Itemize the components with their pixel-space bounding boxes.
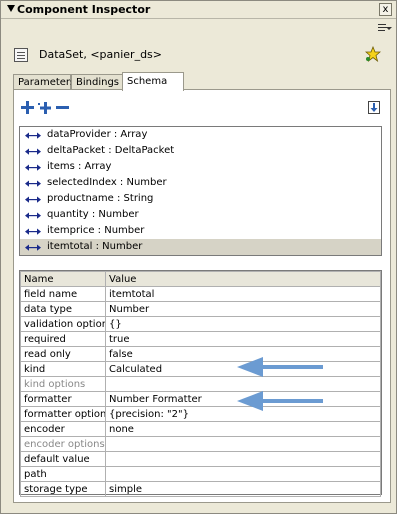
field-label: itemprice : Number <box>47 225 145 236</box>
two-way-binding-icon <box>25 244 41 251</box>
field-properties-table: Name Value field name itemtotal data type N… <box>19 270 382 497</box>
two-way-binding-icon <box>25 212 41 219</box>
two-way-binding-icon <box>25 132 41 139</box>
property-name: validation options <box>20 316 106 332</box>
component-name: DataSet, <panier_ds> <box>39 48 163 61</box>
field-list-item[interactable]: quantity : Number <box>20 207 381 223</box>
field-label: deltaPacket : DeltaPacket <box>47 145 175 156</box>
annotation-arrow-kind <box>237 357 323 377</box>
property-value[interactable]: itemtotal <box>105 286 381 302</box>
property-row[interactable]: default value <box>20 451 381 467</box>
close-button[interactable]: x <box>379 3 392 16</box>
property-name: field name <box>20 286 106 302</box>
panel-title: Component Inspector <box>17 3 151 16</box>
two-way-binding-icon <box>25 180 41 187</box>
property-row[interactable]: path <box>20 466 381 482</box>
property-value[interactable]: Number <box>105 301 381 317</box>
field-label: productname : String <box>47 193 154 204</box>
star-icon[interactable] <box>365 46 381 62</box>
tab-schema[interactable]: Schema <box>122 72 184 91</box>
property-row[interactable]: validation options{} <box>20 316 381 332</box>
options-menu-icon[interactable] <box>378 22 392 34</box>
property-name: formatter <box>20 391 106 407</box>
property-name: required <box>20 331 106 347</box>
property-name: path <box>20 466 106 482</box>
column-header-name[interactable]: Name <box>20 271 106 287</box>
property-row[interactable]: storage type simple <box>20 481 381 497</box>
field-label: selectedIndex : Number <box>47 177 167 188</box>
panel-title-bar[interactable]: Component Inspector x <box>1 1 396 19</box>
add-field-icon[interactable] <box>21 101 34 114</box>
field-list-item[interactable]: items : Array <box>20 159 381 175</box>
property-row[interactable]: data type Number <box>20 301 381 317</box>
property-row[interactable]: formatter Number Formatter <box>20 391 381 407</box>
schema-tab-content: dataProvider : Array deltaPacket : DeltaP… <box>13 89 391 503</box>
field-label: dataProvider : Array <box>47 129 148 140</box>
property-name: default value <box>20 451 106 467</box>
import-schema-icon[interactable] <box>368 101 381 114</box>
property-value[interactable] <box>105 436 381 452</box>
property-value[interactable]: simple <box>105 481 381 497</box>
property-name: storage type <box>20 481 106 497</box>
property-name: encoder <box>20 421 106 437</box>
property-row[interactable]: kind Calculated <box>20 361 381 377</box>
remove-field-icon[interactable] <box>56 101 69 114</box>
property-name: kind options <box>20 376 106 392</box>
field-list-item[interactable]: deltaPacket : DeltaPacket <box>20 143 381 159</box>
property-row[interactable]: encoder none <box>20 421 381 437</box>
table-header-row: Name Value <box>20 271 381 287</box>
property-value[interactable]: none <box>105 421 381 437</box>
field-list-item[interactable]: selectedIndex : Number <box>20 175 381 191</box>
tab-parameters[interactable]: Parameters <box>13 74 75 90</box>
field-label: quantity : Number <box>47 209 139 220</box>
add-subfield-icon[interactable] <box>38 101 51 114</box>
two-way-binding-icon <box>25 164 41 171</box>
field-label: items : Array <box>47 161 112 172</box>
property-name: encoder options <box>20 436 106 452</box>
field-list-item[interactable]: dataProvider : Array <box>20 127 381 143</box>
field-list-item[interactable]: itemprice : Number <box>20 223 381 239</box>
field-list-item[interactable]: itemtotal : Number <box>20 239 381 255</box>
dataset-component-icon <box>14 48 28 62</box>
two-way-binding-icon <box>25 148 41 155</box>
property-row[interactable]: required true <box>20 331 381 347</box>
property-row[interactable]: kind options <box>20 376 381 392</box>
property-row[interactable]: formatter options {precision: "2"} <box>20 406 381 422</box>
property-name: data type <box>20 301 106 317</box>
field-list-item[interactable]: productname : String <box>20 191 381 207</box>
field-label: itemtotal : Number <box>47 241 143 252</box>
property-value[interactable]: {} <box>105 316 381 332</box>
property-value[interactable]: true <box>105 331 381 347</box>
property-name: formatter options <box>20 406 106 422</box>
component-inspector-panel: Component Inspector x DataSet, <panier_d… <box>0 0 397 514</box>
property-row[interactable]: read only false <box>20 346 381 362</box>
property-value[interactable] <box>105 451 381 467</box>
property-row[interactable]: encoder options <box>20 436 381 452</box>
two-way-binding-icon <box>25 228 41 235</box>
collapse-arrow-icon[interactable] <box>7 5 15 12</box>
property-row[interactable]: field name itemtotal <box>20 286 381 302</box>
annotation-arrow-formatter <box>237 391 323 411</box>
property-name: read only <box>20 346 106 362</box>
property-name: kind <box>20 361 106 377</box>
property-value[interactable] <box>105 466 381 482</box>
schema-field-list[interactable]: dataProvider : Array deltaPacket : DeltaP… <box>19 126 382 256</box>
column-header-value[interactable]: Value <box>105 271 381 287</box>
two-way-binding-icon <box>25 196 41 203</box>
